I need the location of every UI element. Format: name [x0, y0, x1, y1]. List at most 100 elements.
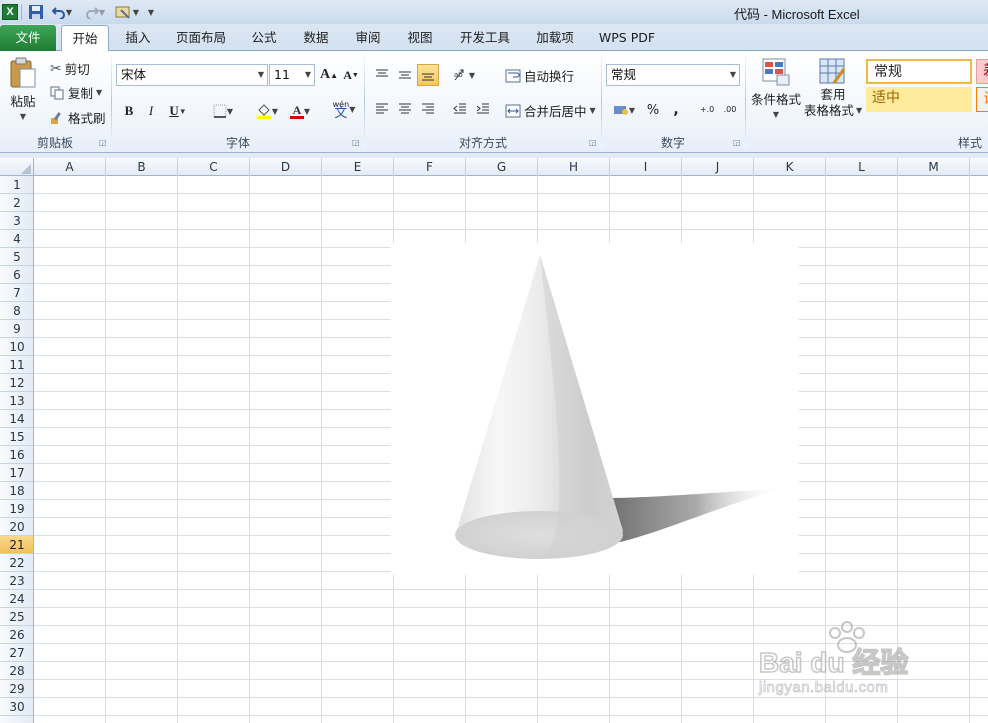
row-header[interactable]: 27 [0, 644, 33, 662]
accounting-format-button[interactable]: ▼ [609, 99, 639, 121]
wrap-text-button[interactable]: 自动换行 [505, 66, 574, 85]
row-header[interactable]: 8 [0, 302, 33, 320]
tab-insert[interactable]: 插入 [116, 24, 160, 51]
row-header[interactable]: 24 [0, 590, 33, 608]
shrink-font-button[interactable]: A ▼ [340, 64, 362, 86]
column-header-c[interactable]: C [178, 158, 250, 176]
number-format-select[interactable]: 常规 ▼ [606, 64, 740, 86]
column-header-f[interactable]: F [394, 158, 466, 176]
align-center-button[interactable] [394, 98, 416, 120]
italic-button[interactable]: I [140, 100, 162, 122]
comma-button[interactable]: , [665, 99, 687, 121]
excel-app-icon[interactable]: X [2, 4, 18, 20]
orientation-button[interactable]: ab ▼ [449, 64, 479, 86]
underline-button[interactable]: U ▼ [163, 100, 193, 122]
row-header[interactable]: 30 [0, 698, 33, 716]
row-header[interactable]: 18 [0, 482, 33, 500]
row-header[interactable]: 16 [0, 446, 33, 464]
decrease-decimal-button[interactable]: .00 [719, 99, 741, 121]
row-header[interactable]: 28 [0, 662, 33, 680]
style-neutral[interactable]: 适中 [866, 87, 972, 112]
increase-decimal-button[interactable]: +.0 [696, 99, 718, 121]
decrease-indent-button[interactable] [449, 98, 471, 120]
row-header-active[interactable]: 21 [0, 536, 33, 554]
row-header[interactable]: 6 [0, 266, 33, 284]
copy-button[interactable]: 复制 ▼ [50, 83, 102, 102]
increase-indent-button[interactable] [472, 98, 494, 120]
tab-home[interactable]: 开始 [61, 25, 109, 52]
column-header-a[interactable]: A [34, 158, 106, 176]
row-header[interactable]: 17 [0, 464, 33, 482]
font-size-select[interactable]: 11 ▼ [269, 64, 315, 86]
row-header[interactable]: 5 [0, 248, 33, 266]
style-bad[interactable]: 差 [976, 59, 988, 84]
row-header[interactable]: 25 [0, 608, 33, 626]
row-header[interactable]: 3 [0, 212, 33, 230]
font-color-button[interactable]: A ▼ [284, 100, 316, 122]
align-middle-button[interactable] [394, 64, 416, 86]
customize-qat-button[interactable]: ▼ [146, 3, 156, 21]
align-right-button[interactable] [417, 98, 439, 120]
save-button[interactable] [27, 3, 45, 21]
style-calculation[interactable]: 计 [976, 87, 988, 112]
select-all-button[interactable] [0, 158, 34, 176]
tab-view[interactable]: 视图 [398, 24, 442, 51]
merge-center-button[interactable]: 合并后居中 ▼ [505, 101, 596, 120]
row-header[interactable]: 26 [0, 626, 33, 644]
row-header[interactable]: 12 [0, 374, 33, 392]
column-header-l[interactable]: L [826, 158, 898, 176]
dialog-launcher-icon[interactable]: ◲ [589, 138, 598, 147]
align-left-button[interactable] [371, 98, 393, 120]
borders-button[interactable]: ▼ [206, 100, 240, 122]
format-painter-button[interactable]: 格式刷 [50, 108, 106, 127]
tab-formulas[interactable]: 公式 [242, 24, 286, 51]
row-header[interactable]: 13 [0, 392, 33, 410]
phonetic-button[interactable]: wén 文 ▼ [328, 98, 360, 120]
dialog-launcher-icon[interactable]: ◲ [733, 138, 742, 147]
column-header-j[interactable]: J [682, 158, 754, 176]
row-header[interactable]: 15 [0, 428, 33, 446]
column-header-d[interactable]: D [250, 158, 322, 176]
column-header-m[interactable]: M [898, 158, 970, 176]
row-header[interactable]: 7 [0, 284, 33, 302]
redo-button[interactable]: ▼ [82, 3, 108, 21]
row-header[interactable]: 2 [0, 194, 33, 212]
bold-button[interactable]: B [118, 100, 140, 122]
style-normal[interactable]: 常规 [866, 59, 972, 84]
tab-developer[interactable]: 开发工具 [450, 24, 520, 51]
row-header[interactable]: 22 [0, 554, 33, 572]
align-top-button[interactable] [371, 64, 393, 86]
fill-color-button[interactable]: ▼ [251, 100, 283, 122]
conditional-format-button[interactable]: 条件格式 ▼ [750, 57, 802, 119]
row-header[interactable]: 23 [0, 572, 33, 590]
tab-review[interactable]: 审阅 [346, 24, 390, 51]
format-as-table-button[interactable]: 套用 表格格式 ▼ [804, 57, 862, 119]
dialog-launcher-icon[interactable]: ◲ [352, 138, 361, 147]
tab-wps-pdf[interactable]: WPS PDF [592, 24, 662, 51]
tab-addins[interactable]: 加载项 [528, 24, 582, 51]
paste-button[interactable]: 粘贴 ▼ [8, 57, 38, 121]
column-header-e[interactable]: E [322, 158, 394, 176]
row-header[interactable]: 20 [0, 518, 33, 536]
grow-font-button[interactable]: A ▲ [318, 64, 340, 86]
tab-data[interactable]: 数据 [294, 24, 338, 51]
column-header-k[interactable]: K [754, 158, 826, 176]
column-header-h[interactable]: H [538, 158, 610, 176]
custom-tool-button[interactable]: ▼ [112, 3, 142, 21]
row-header[interactable]: 4 [0, 230, 33, 248]
cone-picture[interactable] [391, 243, 799, 575]
row-header[interactable]: 1 [0, 176, 33, 194]
tab-file[interactable]: 文件 [0, 25, 56, 51]
column-header-b[interactable]: B [106, 158, 178, 176]
row-header[interactable]: 11 [0, 356, 33, 374]
row-header[interactable]: 29 [0, 680, 33, 698]
row-header[interactable]: 14 [0, 410, 33, 428]
font-name-select[interactable]: 宋体 ▼ [116, 64, 268, 86]
row-header[interactable]: 19 [0, 500, 33, 518]
percent-button[interactable]: % [642, 99, 664, 121]
cut-button[interactable]: ✂ 剪切 [50, 59, 90, 78]
column-header-g[interactable]: G [466, 158, 538, 176]
row-header[interactable]: 10 [0, 338, 33, 356]
column-header-i[interactable]: I [610, 158, 682, 176]
dialog-launcher-icon[interactable]: ◲ [99, 138, 108, 147]
